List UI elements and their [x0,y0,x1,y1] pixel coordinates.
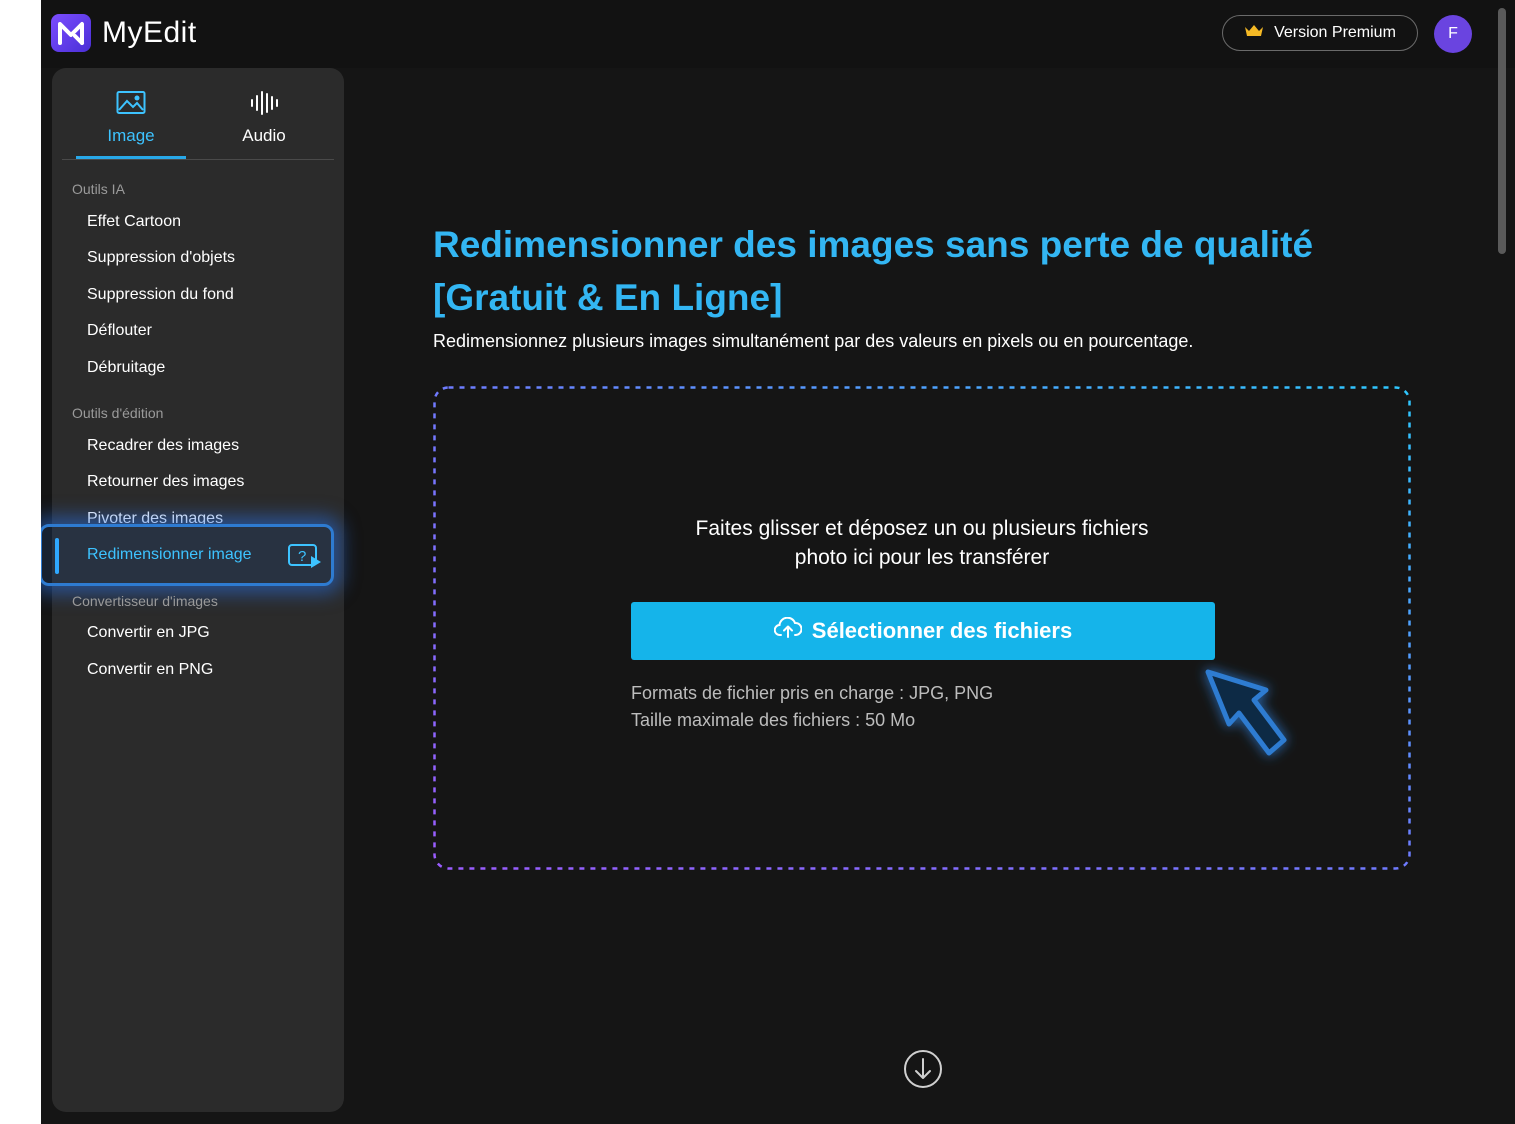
scroll-down-icon[interactable] [903,1049,943,1094]
tab-audio[interactable]: Audio [209,86,319,160]
page-title: Redimensionner des images sans perte de … [433,218,1393,324]
sidebar-item-convert-png[interactable]: Convertir en PNG [87,661,213,679]
dropzone-text-line1: Faites glisser et déposez un ou plusieur… [695,517,1149,540]
file-requirements: Formats de fichier pris en charge : JPG,… [631,680,993,734]
sidebar-item-cartoon-effect[interactable]: Effet Cartoon [87,213,181,231]
page-title-line1: Redimensionner des images sans perte de … [433,224,1314,265]
file-dropzone[interactable]: Faites glisser et déposez un ou plusieur… [433,386,1411,870]
dropzone-text-line2: photo ici pour les transférer [794,546,1050,569]
sidebar-item-denoise[interactable]: Débruitage [87,359,165,377]
page-subtitle: Redimensionnez plusieurs images simultan… [433,331,1194,351]
sidebar-item-unblur[interactable]: Déflouter [87,322,152,340]
active-item-indicator [55,538,59,574]
section-title-ai-tools: Outils IA [72,181,125,197]
sidebar-item-resize[interactable]: Redimensionner image [87,546,252,564]
tab-image[interactable]: Image [76,86,186,160]
tab-image-label: Image [107,126,155,145]
premium-version-button[interactable]: Version Premium [1222,15,1418,51]
svg-text:?: ? [298,548,306,565]
myedit-logo-icon[interactable] [51,14,91,52]
cloud-upload-icon [773,616,803,645]
sidebar-item-object-removal[interactable]: Suppression d'objets [87,249,235,267]
sidebar-item-flip[interactable]: Retourner des images [87,473,244,491]
premium-label: Version Premium [1274,24,1396,41]
brand-name[interactable]: MyEdit [102,16,197,50]
tab-audio-label: Audio [242,126,286,145]
section-title-editing-tools: Outils d'édition [72,405,164,421]
user-avatar[interactable]: F [1434,15,1472,53]
page-scrollbar[interactable] [1498,8,1506,254]
sidebar-item-background-removal[interactable]: Suppression du fond [87,286,234,304]
select-files-button[interactable]: Sélectionner des fichiers [631,602,1215,660]
sidebar-item-crop[interactable]: Recadrer des images [87,437,239,455]
sidebar: Image Audio Outils IA Effet Cartoon Supp… [41,68,344,1112]
max-file-size: Taille maximale des fichiers : 50 Mo [631,710,916,730]
supported-formats: Formats de fichier pris en charge : JPG,… [631,683,994,703]
pointer-arrow-icon [1181,660,1301,785]
dropzone-instructions: Faites glisser et déposez un ou plusieur… [433,514,1411,572]
tab-divider [62,159,334,160]
audio-wave-icon [249,90,281,121]
section-title-image-converter: Convertisseur d'images [72,593,218,609]
select-files-label: Sélectionner des fichiers [811,618,1073,643]
sidebar-item-convert-jpg[interactable]: Convertir en JPG [87,624,210,642]
top-header: MyEdit Version Premium F [41,0,1515,68]
help-video-icon[interactable]: ? [287,542,323,575]
page-title-line2: [Gratuit & En Ligne] [433,277,783,318]
app-window: MyEdit Version Premium F Image Audio Out… [41,0,1515,1124]
crown-icon [1244,24,1264,43]
image-icon [116,90,146,121]
